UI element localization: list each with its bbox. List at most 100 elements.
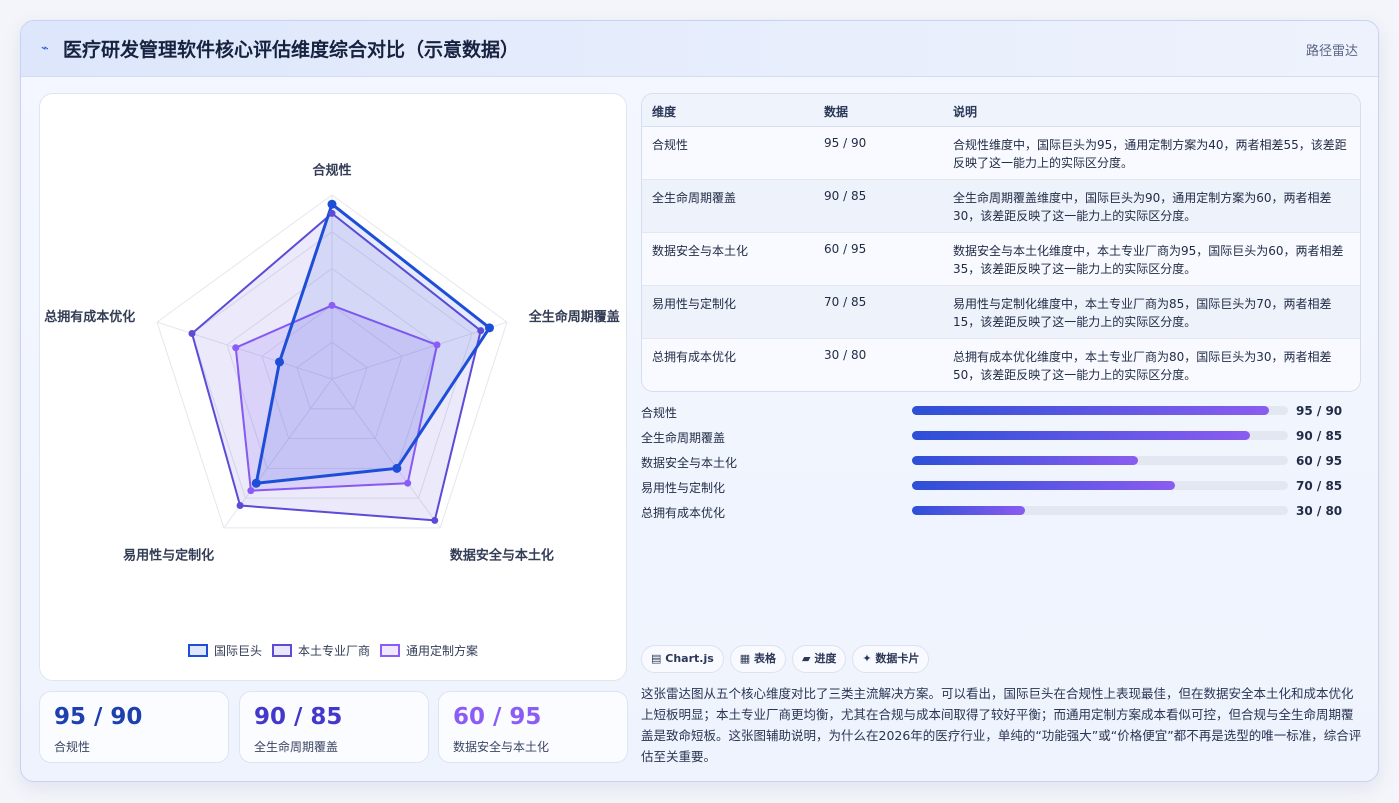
table-cell-desc: 总拥有成本优化维度中，本土专业厂商为80，国际巨头为30，两者相差50，该差距反… (953, 350, 1332, 382)
progress-fill (912, 481, 1176, 490)
data-point (247, 487, 255, 495)
data-point (188, 330, 196, 338)
stat-value: 95 / 90 (54, 704, 143, 730)
radar-chart-panel: 合规性 全生命周期覆盖 数据安全与本土化 易用性与定制化 总拥有成本优化 国际巨头 本土专… (39, 93, 627, 681)
progress-value: 30 / 80 (1296, 504, 1343, 518)
dashboard-card: ⌁ 医疗研发管理软件核心评估维度综合对比（示意数据） 路径雷达 合规性全生命周期… (20, 20, 1379, 782)
header-bar: ⌁ 医疗研发管理软件核心评估维度综合对比（示意数据） 路径雷达 (21, 21, 1378, 77)
stat-label: 合规性 (54, 740, 91, 754)
progress-fill (912, 506, 1025, 515)
table-cell-data: 70 / 85 (824, 295, 867, 309)
progress-value: 60 / 95 (1296, 454, 1343, 468)
table-cell-dim: 合规性 (652, 138, 689, 152)
progress-row: 合规性 95 / 90 (641, 401, 1361, 426)
summary-text: 这张雷达图从五个核心维度对比了三类主流解决方案。可以看出，国际巨头在合规性上表现… (641, 686, 1362, 764)
progress-track (912, 431, 1288, 440)
header-tag[interactable]: 路径雷达 (1306, 40, 1358, 59)
progress-track (912, 406, 1288, 415)
data-point (236, 502, 244, 510)
table-cell-desc: 易用性与定制化维度中，本土专业厂商为85，国际巨头为70，两者相差15，该差距反… (953, 297, 1332, 329)
data-point (392, 463, 402, 473)
legend-label: 本土专业厂商 (297, 644, 370, 658)
chip-label: Chart.js (665, 652, 714, 665)
chart-icon: ▤ (651, 652, 662, 665)
table-row: 全生命周期覆盖 90 / 85 全生命周期覆盖维度中，国际巨头为90，通用定制方案为… (642, 180, 1360, 233)
data-point (327, 199, 337, 209)
chip-card[interactable]: ✦ 数据卡片 (852, 645, 930, 673)
table-cell-dim: 总拥有成本优化 (652, 350, 737, 364)
table-row: 合规性 95 / 90 合规性维度中，国际巨头为95，通用定制方案为40，两者相差5… (642, 127, 1360, 180)
chip-label: 进度 (814, 652, 837, 665)
stat-value: 90 / 85 (254, 704, 343, 730)
table-icon: ▦ (739, 652, 751, 665)
legend-label: 通用定制方案 (406, 644, 479, 658)
chip-row: ▤ Chart.js ▦ 表格 ▰ 进度 ✦ 数据卡片 (641, 645, 935, 673)
stat-label: 数据安全与本土化 (453, 740, 550, 754)
data-point (275, 357, 285, 367)
progress-row: 数据安全与本土化 60 / 95 (641, 451, 1361, 476)
legend-swatch (187, 644, 208, 657)
progress-track (912, 481, 1288, 490)
chip-label: 表格 (754, 652, 777, 665)
chip-label: 数据卡片 (875, 652, 920, 665)
data-point (328, 301, 336, 309)
legend-item[interactable]: 通用定制方案 (380, 642, 478, 659)
stat-label: 全生命周期覆盖 (254, 740, 339, 754)
column-header: 维度 (652, 105, 677, 119)
data-point (404, 479, 412, 487)
progress-label: 总拥有成本优化 (641, 506, 726, 520)
progress-list: 合规性 95 / 90 全生命周期覆盖 90 / 85 数据安全与本土化 60 / 95 易… (641, 401, 1361, 526)
data-point (232, 344, 240, 352)
progress-track (912, 456, 1288, 465)
column-header: 说明 (953, 105, 978, 119)
progress-label: 数据安全与本土化 (641, 456, 738, 470)
table-cell-data: 30 / 80 (824, 348, 867, 362)
table-cell-data: 90 / 85 (824, 189, 867, 203)
axis-label: 易用性与定制化 (123, 547, 214, 562)
legend-item[interactable]: 本土专业厂商 (271, 642, 370, 659)
progress-icon: ▰ (802, 652, 811, 665)
table-cell-desc: 合规性维度中，国际巨头为95，通用定制方案为40，两者相差55，该差距反映了这一… (953, 138, 1347, 170)
legend-item[interactable]: 国际巨头 (187, 642, 262, 659)
data-table: 维度 数据 说明 合规性 95 / 90 合规性维度中，国际巨头为95，通用定制方案… (641, 93, 1361, 392)
data-point (433, 341, 441, 349)
axis-label: 总拥有成本优化 (44, 309, 135, 324)
stat-value: 60 / 95 (453, 704, 542, 730)
progress-fill (912, 431, 1251, 440)
progress-value: 95 / 90 (1296, 404, 1343, 418)
table-cell-dim: 全生命周期覆盖 (652, 191, 737, 205)
axis-label: 合规性 (312, 162, 351, 177)
table-row: 易用性与定制化 70 / 85 易用性与定制化维度中，本土专业厂商为85，国际巨头为… (642, 286, 1360, 339)
progress-label: 全生命周期覆盖 (641, 431, 726, 445)
data-point (251, 478, 261, 488)
progress-row: 总拥有成本优化 30 / 80 (641, 501, 1361, 526)
progress-value: 70 / 85 (1296, 479, 1343, 493)
chip-table[interactable]: ▦ 表格 (729, 645, 787, 673)
table-cell-desc: 全生命周期覆盖维度中，国际巨头为90，通用定制方案为60，两者相差30，该差距反… (953, 191, 1332, 223)
table-row: 总拥有成本优化 30 / 80 总拥有成本优化维度中，本土专业厂商为80，国际巨头为… (642, 339, 1360, 391)
stat-card-3: 60 / 95 数据安全与本土化 (438, 691, 628, 763)
progress-track (912, 506, 1288, 515)
table-row: 数据安全与本土化 60 / 95 数据安全与本土化维度中，本土专业厂商为95，国际巨… (642, 233, 1360, 286)
data-point (477, 327, 485, 335)
stat-card-1: 95 / 90 合规性 (39, 691, 229, 763)
axis-label: 数据安全与本土化 (450, 547, 554, 562)
stat-card-2: 90 / 85 全生命周期覆盖 (239, 691, 429, 763)
chip-progress[interactable]: ▰ 进度 (792, 645, 847, 673)
chip-chart[interactable]: ▤ Chart.js (641, 645, 724, 673)
chart-legend: 国际巨头 本土专业厂商 通用定制方案 (40, 642, 626, 659)
pulse-icon: ⌁ (41, 41, 49, 56)
card-icon: ✦ (862, 652, 872, 665)
legend-swatch (380, 644, 400, 657)
data-point (484, 323, 494, 333)
data-point (328, 209, 336, 217)
table-cell-data: 95 / 90 (824, 136, 867, 150)
radar-chart: 合规性全生命周期覆盖数据安全与本土化 易用性与定制化 总拥有成本优化 (44, 162, 620, 562)
table-cell-dim: 数据安全与本土化 (652, 244, 749, 258)
progress-fill (912, 456, 1138, 465)
progress-row: 易用性与定制化 70 / 85 (641, 476, 1361, 501)
legend-label: 国际巨头 (213, 644, 262, 658)
progress-label: 易用性与定制化 (641, 481, 726, 495)
progress-fill (912, 406, 1270, 415)
table-cell-desc: 数据安全与本土化维度中，本土专业厂商为95，国际巨头为60，两者相差35，该差距… (953, 244, 1344, 276)
